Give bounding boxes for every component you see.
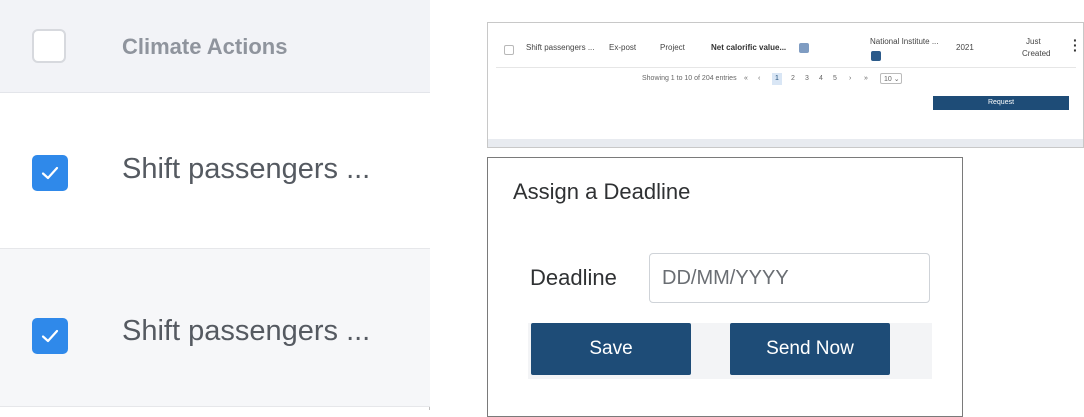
- data-table-snippet: Shift passengers ... Ex-post Project Net…: [487, 22, 1084, 148]
- last-page-icon[interactable]: »: [864, 75, 868, 82]
- row-label: Shift passengers ...: [122, 315, 371, 347]
- checkmark-icon: [41, 329, 59, 343]
- page-size-value: 10: [884, 76, 892, 83]
- send-now-button[interactable]: Send Now: [730, 323, 890, 375]
- row-label: Shift passengers ...: [122, 153, 371, 185]
- chevron-down-icon: ⌄: [893, 76, 900, 83]
- cell-name: Shift passengers ...: [526, 43, 595, 52]
- page-3-button[interactable]: 3: [805, 75, 809, 82]
- select-all-checkbox[interactable]: [32, 29, 66, 63]
- pagination: Showing 1 to 10 of 204 entries « ‹ 1 2 3…: [488, 73, 1084, 87]
- save-button[interactable]: Save: [531, 323, 691, 375]
- cell-status-line2: Created: [1022, 49, 1051, 58]
- dialog-button-row: Save Send Now: [528, 323, 932, 379]
- cell-institution: National Institute ...: [870, 37, 939, 46]
- climate-actions-table: Climate Actions Shift passengers ... Shi…: [0, 0, 430, 410]
- panel-footer-strip: [488, 139, 1083, 147]
- row-checkbox[interactable]: [504, 45, 514, 55]
- cell-parameter: Net calorific value...: [711, 43, 787, 52]
- page-4-button[interactable]: 4: [819, 75, 823, 82]
- row-checkbox[interactable]: [32, 155, 68, 191]
- cell-year: 2021: [956, 43, 974, 52]
- deadline-label: Deadline: [530, 265, 617, 290]
- pagination-summary: Showing 1 to 10 of 204 entries: [642, 75, 737, 82]
- page-5-button[interactable]: 5: [833, 75, 837, 82]
- page-2-button[interactable]: 2: [791, 75, 795, 82]
- next-page-icon[interactable]: ›: [849, 75, 851, 82]
- checkmark-icon: [41, 166, 59, 180]
- dialog-title: Assign a Deadline: [513, 179, 691, 204]
- edit-icon[interactable]: [871, 51, 881, 61]
- request-button[interactable]: Request: [933, 96, 1069, 110]
- more-options-icon[interactable]: · · ·: [1073, 33, 1078, 57]
- assign-deadline-dialog: Assign a Deadline Deadline Save Send Now: [487, 157, 963, 417]
- table-row[interactable]: Shift passengers ... Ex-post Project Net…: [496, 33, 1078, 68]
- cell-level: Project: [660, 43, 685, 52]
- deadline-input[interactable]: [649, 253, 930, 303]
- cell-type: Ex-post: [609, 43, 637, 52]
- first-page-icon[interactable]: «: [744, 75, 748, 82]
- row-checkbox[interactable]: [32, 318, 68, 354]
- edit-icon[interactable]: [799, 43, 809, 53]
- table-header: Climate Actions: [0, 0, 430, 93]
- table-row[interactable]: Shift passengers ...: [0, 249, 430, 407]
- column-header-climate-actions: Climate Actions: [122, 34, 288, 59]
- page-size-select[interactable]: 10 ⌄: [880, 73, 902, 84]
- cell-status-line1: Just: [1026, 37, 1041, 46]
- table-row[interactable]: Shift passengers ...: [0, 93, 430, 249]
- page-1-button[interactable]: 1: [772, 73, 782, 85]
- prev-page-icon[interactable]: ‹: [758, 75, 760, 82]
